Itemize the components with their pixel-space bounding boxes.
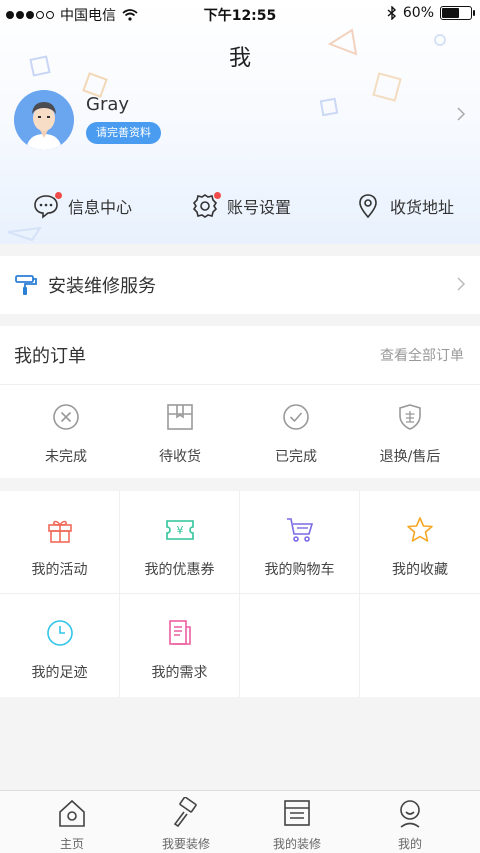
shield-sale-icon [399,404,421,430]
username: Gray [86,94,130,115]
hammer-icon [173,796,197,828]
avatar[interactable] [14,90,74,150]
package-icon [167,404,193,430]
cart-icon [286,518,313,542]
view-all-orders-link[interactable]: 查看全部订单 [380,345,464,365]
tab-renovate[interactable]: 我要装修 [126,796,246,852]
service-label: 安装维修服务 [48,276,156,297]
feature-empty-cell [240,594,360,697]
x-circle-icon [53,404,79,430]
quick-link-label: 收货地址 [390,198,455,217]
divider [0,384,480,385]
document-icon [168,620,191,645]
tab-home[interactable]: 主页 [12,797,132,852]
feature-label: 我的购物车 [264,562,335,578]
chevron-right-icon[interactable] [456,106,466,127]
feature-my-favorites[interactable]: 我的收藏 [360,491,480,594]
battery-icon [440,6,475,20]
battery-level [442,8,459,18]
status-right: 60% [387,5,475,21]
battery-percent: 60% [402,5,434,21]
tab-my-renovation[interactable]: 我的装修 [237,797,357,852]
tab-me[interactable]: 我的 [350,797,470,852]
coupon-icon: ¥ [165,520,194,540]
status-bar: 中国电信 下午12:55 60% [0,0,480,28]
order-status-label: 已完成 [275,449,317,465]
feature-label: 我的收藏 [392,562,448,578]
paint-roller-icon [15,275,37,295]
home-icon [59,799,85,827]
user-icon [400,800,420,828]
tab-label: 主页 [59,837,84,851]
tab-label: 我的 [397,837,422,851]
quick-link-label: 信息中心 [68,198,133,217]
notification-badge [214,192,221,199]
feature-my-requirements[interactable]: 我的需求 [120,594,240,697]
gift-icon [47,520,72,543]
notification-badge [55,192,62,199]
complete-profile-button[interactable]: 请完善资料 [86,122,161,144]
chevron-right-icon[interactable] [456,276,466,297]
clock-icon [46,620,73,646]
tab-label: 我要装修 [161,837,210,851]
feature-grid: 我的活动 ¥ 我的优惠券 我的购物车 我的收藏 我的足迹 我的需求 [0,491,480,697]
feature-my-footprints[interactable]: 我的足迹 [0,594,120,697]
order-status-incomplete[interactable]: 未完成 [6,402,126,466]
star-icon [407,517,433,542]
quick-link-label: 账号设置 [227,198,292,217]
order-status-pending-receipt[interactable]: 待收货 [120,402,240,466]
feature-my-coupons[interactable]: ¥ 我的优惠券 [120,491,240,594]
gear-icon [191,192,221,220]
bottom-tab-bar: 主页 我要装修 我的装修 我的 [0,790,480,853]
avatar-illustration [14,90,74,150]
tab-label: 我的装修 [272,837,321,851]
order-status-return-aftersale[interactable]: 退换/售后 [350,402,470,466]
bluetooth-icon [387,6,396,20]
order-status-label: 退换/售后 [379,449,441,465]
page-title: 我 [228,46,251,71]
feature-label: 我的需求 [151,665,208,681]
svg-text:¥: ¥ [176,524,183,537]
order-status-completed[interactable]: 已完成 [236,402,356,466]
feature-label: 我的优惠券 [144,562,215,578]
feature-label: 我的活动 [31,562,88,578]
my-orders-section: 我的订单 查看全部订单 未完成 待收货 已完成 退换/售后 [0,326,480,478]
location-pin-icon [354,192,382,220]
orders-title: 我的订单 [14,346,86,367]
feature-my-cart[interactable]: 我的购物车 [240,491,360,594]
quick-link-message-center[interactable]: 信息中心 [32,186,132,226]
quick-link-shipping-address[interactable]: 收货地址 [354,186,454,226]
order-status-label: 待收货 [159,449,201,465]
message-icon [32,192,62,220]
feature-label: 我的足迹 [31,665,88,681]
feature-empty-cell [360,594,480,697]
profile-row[interactable]: Gray 请完善资料 [14,90,466,152]
quick-link-account-settings[interactable]: 账号设置 [191,186,291,226]
feature-my-activities[interactable]: 我的活动 [0,491,120,594]
install-repair-service-row[interactable]: 安装维修服务 [0,256,480,314]
check-circle-icon [283,404,309,430]
order-status-label: 未完成 [45,449,87,465]
list-doc-icon [284,800,310,826]
